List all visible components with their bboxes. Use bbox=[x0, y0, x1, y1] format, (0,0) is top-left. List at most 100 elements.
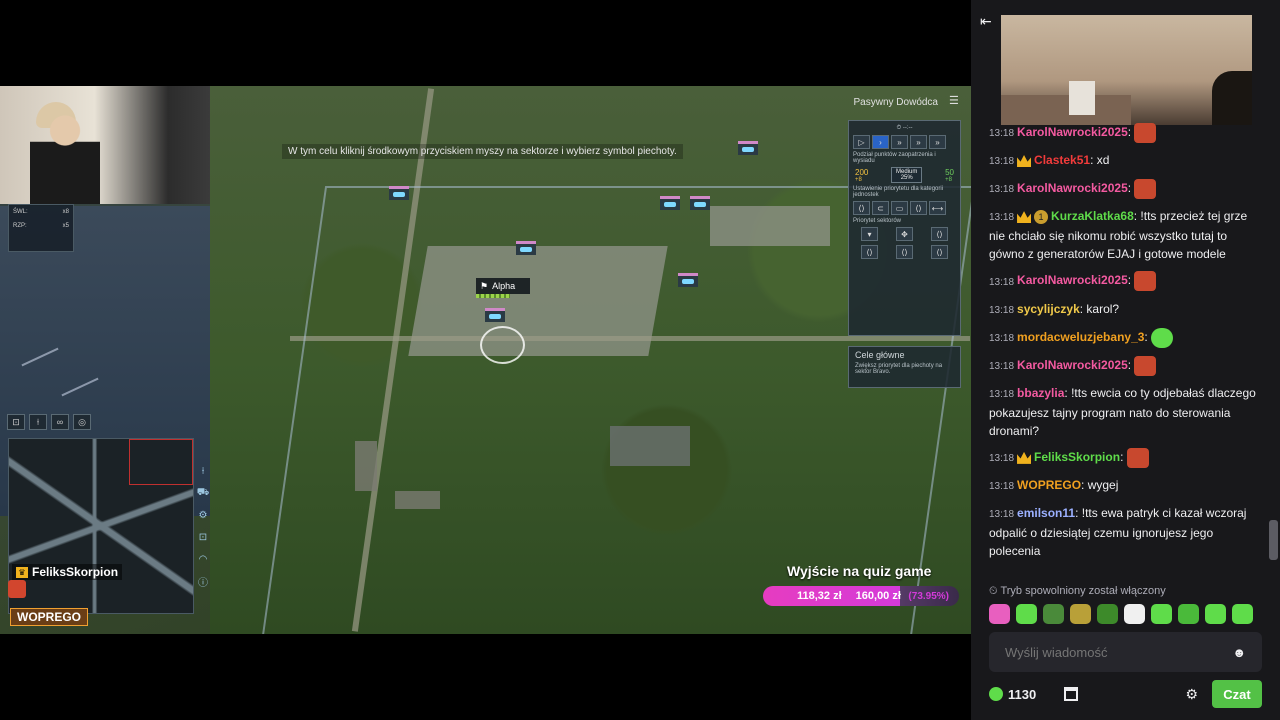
emote-icon[interactable] bbox=[1151, 327, 1174, 348]
sector-c-button[interactable]: ⟨⟩ bbox=[861, 245, 878, 259]
frame-icon[interactable]: ⊡ bbox=[194, 528, 212, 546]
emote-shortcut-icon[interactable] bbox=[1097, 604, 1118, 624]
chat-input[interactable] bbox=[1005, 644, 1205, 660]
speed-2-button[interactable]: » bbox=[891, 135, 908, 149]
emote-shortcut-icon[interactable] bbox=[1178, 604, 1199, 624]
target-icon[interactable]: ◎ bbox=[73, 414, 91, 430]
infantry-filter-icon[interactable]: ⍿ bbox=[194, 462, 212, 480]
message-username[interactable]: sycylijczyk bbox=[1017, 302, 1080, 316]
emote-icon[interactable] bbox=[1134, 271, 1157, 292]
signal-icon[interactable]: ◠ bbox=[194, 550, 212, 568]
channel-points[interactable]: 1130 bbox=[989, 687, 1036, 702]
emote-shortcut-icon[interactable] bbox=[1043, 604, 1064, 624]
pause-button[interactable]: ▷ bbox=[853, 135, 870, 149]
sector-a-button[interactable]: ▾ bbox=[861, 227, 878, 241]
slowmode-notice: ⏲ Tryb spowolniony został włączony bbox=[989, 585, 1166, 597]
speed-1-button[interactable]: › bbox=[872, 135, 889, 149]
unit-marker-selected[interactable] bbox=[485, 308, 505, 322]
speed-3-button[interactable]: » bbox=[910, 135, 927, 149]
unit-name-tag[interactable]: ⚑ Alpha bbox=[476, 278, 530, 294]
message-separator: : bbox=[1127, 357, 1135, 372]
emote-shortcut-icon[interactable] bbox=[1232, 604, 1253, 624]
crown-badge-icon bbox=[1017, 211, 1032, 224]
supply-right-value: 50 bbox=[945, 167, 954, 177]
emote-shortcut-icon[interactable] bbox=[1151, 604, 1172, 624]
message-username[interactable]: FeliksSkorpion bbox=[1034, 450, 1120, 464]
message-username[interactable]: KarolNawrocki2025 bbox=[1017, 125, 1128, 139]
emote-icon[interactable] bbox=[1134, 179, 1157, 200]
unit-marker[interactable] bbox=[660, 196, 680, 210]
count-value-2: x5 bbox=[62, 223, 69, 229]
message-username[interactable]: KarolNawrocki2025 bbox=[1017, 274, 1128, 288]
unit-marker[interactable] bbox=[389, 186, 409, 200]
send-chat-button[interactable]: Czat bbox=[1212, 680, 1262, 708]
emote-icon[interactable] bbox=[1134, 355, 1157, 376]
chat-scrollbar[interactable] bbox=[1269, 520, 1278, 560]
binoculars-icon[interactable]: ∞ bbox=[51, 414, 69, 430]
minimap[interactable] bbox=[8, 438, 194, 614]
message-username[interactable]: mordacweluzjebany_3 bbox=[1017, 330, 1144, 344]
message-username[interactable]: KurzaKlatka68 bbox=[1051, 209, 1134, 223]
emote-icon[interactable] bbox=[1134, 123, 1157, 143]
unit-marker[interactable] bbox=[690, 196, 710, 210]
selection-ring bbox=[480, 326, 525, 364]
zoom-icon[interactable]: ⊡ bbox=[7, 414, 25, 430]
message-username[interactable]: bbazylia bbox=[1017, 386, 1064, 400]
vehicle-filter-icon[interactable]: ⛟ bbox=[194, 484, 212, 502]
settings-gear-icon[interactable]: ⚙ bbox=[1185, 686, 1198, 703]
donation-current: 118,32 zł bbox=[797, 590, 842, 602]
chat-input-box[interactable]: ☻ bbox=[989, 632, 1262, 672]
supply-stats: 200 +8 Medium 25% 50 +8 bbox=[849, 165, 960, 185]
chat-message: 13:18 Clastek51: xd bbox=[989, 151, 1262, 171]
sector-b-button[interactable]: ⟨⟩ bbox=[931, 227, 948, 241]
info-icon[interactable]: ⓘ bbox=[194, 572, 212, 590]
armor-priority-button[interactable]: ⟨⟩ bbox=[910, 201, 927, 215]
vehicle-priority-button[interactable]: ▭ bbox=[891, 201, 908, 215]
message-time: 13:18 bbox=[989, 276, 1015, 288]
unit-marker[interactable] bbox=[678, 273, 698, 287]
emote-shortcut-icon[interactable] bbox=[1124, 604, 1145, 624]
message-time: 13:18 bbox=[989, 184, 1015, 196]
emote-icon bbox=[8, 580, 26, 598]
shop-icon[interactable] bbox=[1064, 687, 1079, 701]
infantry-priority-button[interactable]: ⟨⟩ bbox=[853, 201, 870, 215]
chat-message: 13:18 emilson11: !tts ewa patryk ci kazał… bbox=[989, 504, 1262, 560]
emote-shortcut-icon[interactable] bbox=[1070, 604, 1091, 624]
chat-message: 13:18 1 KurzaKlatka68: !tts przecież tej g… bbox=[989, 207, 1262, 263]
infantry-icon[interactable]: ⍿ bbox=[29, 414, 47, 430]
alert-user-badge-2: WOPREGO bbox=[10, 608, 89, 626]
sector-d-button[interactable]: ⟨⟩ bbox=[896, 245, 913, 259]
emote-shortcut-icon[interactable] bbox=[1205, 604, 1226, 624]
gear-icon[interactable]: ⚙ bbox=[194, 506, 212, 524]
building bbox=[395, 491, 440, 509]
message-username[interactable]: KarolNawrocki2025 bbox=[1017, 181, 1128, 195]
chat-message: 13:18 KarolNawrocki2025: bbox=[989, 271, 1262, 292]
message-username[interactable]: emilson11 bbox=[1017, 506, 1075, 520]
supply-slider[interactable]: Medium 25% bbox=[891, 167, 923, 183]
menu-icon[interactable]: ☰ bbox=[949, 96, 959, 107]
emoji-icon[interactable]: ☻ bbox=[1232, 645, 1246, 660]
unit-marker[interactable] bbox=[738, 141, 758, 155]
emote-icon[interactable] bbox=[1126, 447, 1149, 468]
donation-goal-title: Wyjście na quiz game bbox=[787, 563, 932, 579]
support-priority-button[interactable]: ⟷ bbox=[929, 201, 946, 215]
chat-webcam bbox=[1001, 15, 1252, 125]
recon-priority-button[interactable]: ⊂ bbox=[872, 201, 889, 215]
message-time: 13:18 bbox=[989, 481, 1015, 493]
message-username[interactable]: KarolNawrocki2025 bbox=[1017, 358, 1128, 372]
sector-e-button[interactable]: ⟨⟩ bbox=[931, 245, 948, 259]
webcam-person bbox=[30, 106, 100, 204]
message-username[interactable]: Clastek51 bbox=[1034, 153, 1090, 167]
message-username[interactable]: WOPREGO bbox=[1017, 478, 1081, 492]
supply-right-delta: +8 bbox=[945, 176, 952, 183]
speed-4-button[interactable]: » bbox=[929, 135, 946, 149]
emote-shortcut-icon[interactable] bbox=[989, 604, 1010, 624]
crown-icon: ♛ bbox=[16, 566, 28, 578]
chat-footer: 1130 ⚙ Czat bbox=[989, 680, 1262, 708]
emote-shortcut-icon[interactable] bbox=[1016, 604, 1037, 624]
chat-messages[interactable]: 13:18 KarolNawrocki2025: 13:18 Clastek51: … bbox=[971, 123, 1280, 578]
collapse-chat-icon[interactable]: ⇤ bbox=[980, 13, 992, 30]
sector-center-button[interactable]: ✥ bbox=[896, 227, 913, 241]
unit-marker[interactable] bbox=[516, 241, 536, 255]
map-tool-bar: ⊡ ⍿ ∞ ◎ bbox=[7, 414, 91, 430]
